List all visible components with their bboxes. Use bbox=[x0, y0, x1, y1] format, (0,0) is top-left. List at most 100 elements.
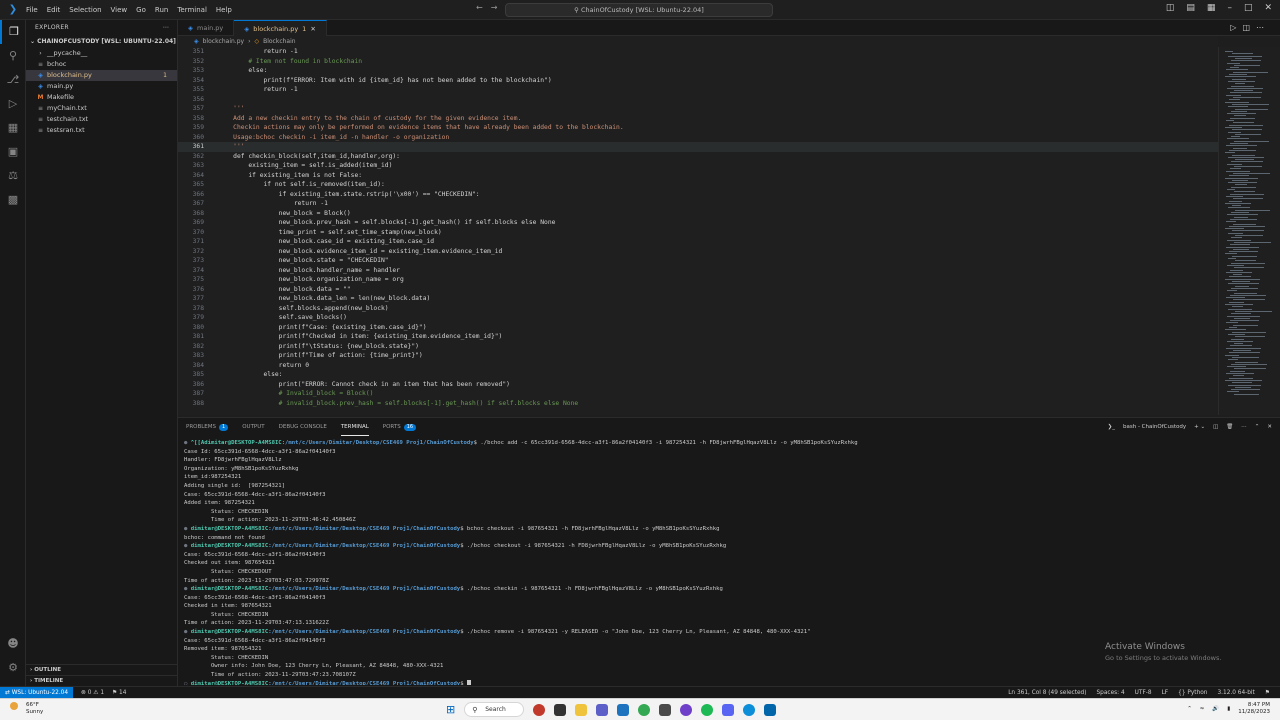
file-item-bchoc[interactable]: ≡ bchoc bbox=[26, 59, 177, 70]
code-line[interactable]: 359 Checkin actions may only be performe… bbox=[178, 123, 1218, 133]
code-line[interactable]: 368 new_block = Block() bbox=[178, 209, 1218, 219]
testing-icon[interactable]: ⚖ bbox=[0, 164, 26, 188]
file-explorer-icon[interactable] bbox=[575, 703, 588, 716]
code-line[interactable]: 371 new_block.case_id = existing_item.ca… bbox=[178, 237, 1218, 247]
copilot-icon[interactable] bbox=[533, 703, 546, 716]
code-line[interactable]: 386 print("ERROR: Cannot check in an ite… bbox=[178, 380, 1218, 390]
code-line[interactable]: 378 self.blocks.append(new_block) bbox=[178, 304, 1218, 314]
teams-chat-icon[interactable] bbox=[596, 703, 609, 716]
file-item-makefile[interactable]: M Makefile bbox=[26, 92, 177, 103]
menu-run[interactable]: Run bbox=[155, 6, 168, 14]
breadcrumb-file[interactable]: blockchain.py bbox=[203, 36, 244, 47]
notifications-bell-icon[interactable]: ⚑ bbox=[1265, 690, 1270, 696]
code-line[interactable]: 388 # invalid_block.prev_hash = self.blo… bbox=[178, 399, 1218, 409]
remote-indicator[interactable]: ⇄ WSL: Ubuntu-22.04 bbox=[0, 686, 74, 699]
extensions-icon[interactable]: ▦ bbox=[0, 116, 26, 140]
code-line[interactable]: 366 if existing_item.state.rstrip('\x00'… bbox=[178, 190, 1218, 200]
code-line[interactable]: 373 new_block.state = "CHECKEDIN" bbox=[178, 256, 1218, 266]
menu-view[interactable]: View bbox=[111, 6, 128, 14]
code-line[interactable]: 379 self.save_blocks() bbox=[178, 313, 1218, 323]
chevron-up-icon[interactable]: ⌃ bbox=[1187, 706, 1192, 712]
menu-selection[interactable]: Selection bbox=[69, 6, 101, 14]
tab-terminal[interactable]: TERMINAL bbox=[340, 418, 369, 436]
windows-start-icon[interactable]: ⊞ bbox=[446, 703, 455, 716]
wifi-icon[interactable]: ≈ bbox=[1200, 706, 1205, 712]
line-ending[interactable]: LF bbox=[1162, 690, 1169, 696]
toggle-panel-icon[interactable]: ▤ bbox=[1186, 3, 1195, 13]
discord-icon[interactable] bbox=[722, 703, 735, 716]
vscode-icon[interactable] bbox=[764, 703, 777, 716]
layout-icon[interactable]: ▦ bbox=[1207, 3, 1216, 13]
battery-icon[interactable]: ▮ bbox=[1227, 706, 1230, 712]
code-line[interactable]: 372 new_block.evidence_item_id = existin… bbox=[178, 247, 1218, 257]
code-line[interactable]: 385 else: bbox=[178, 370, 1218, 380]
file-item-main-py[interactable]: ◈ main.py bbox=[26, 81, 177, 92]
workspace-folder[interactable]: ⌄ CHAINOFCUSTODY [WSL: UBUNTU-22.04] bbox=[26, 36, 177, 48]
tab-blockchain-py[interactable]: ◈ blockchain.py 1 ✕ bbox=[234, 20, 327, 37]
split-editor-icon[interactable]: ◫ bbox=[1242, 23, 1256, 32]
code-line[interactable]: 376 new_block.data = "" bbox=[178, 285, 1218, 295]
run-debug-icon[interactable]: ▷ bbox=[0, 92, 26, 116]
cursor-position[interactable]: Ln 361, Col 8 (49 selected) bbox=[1008, 690, 1086, 696]
code-line[interactable]: 381 print(f"Checked in item: {existing_i… bbox=[178, 332, 1218, 342]
task-view-icon[interactable] bbox=[554, 703, 567, 716]
file-item-testsran-txt[interactable]: ≡ testsran.txt bbox=[26, 125, 177, 136]
code-line[interactable]: 364 if existing_item is not False: bbox=[178, 171, 1218, 181]
account-icon[interactable]: ☻ bbox=[0, 632, 26, 656]
back-arrow-icon[interactable]: ← bbox=[476, 3, 491, 12]
code-line[interactable]: 352 # Item not found in blockchain bbox=[178, 57, 1218, 67]
menu-file[interactable]: File bbox=[26, 6, 38, 14]
file-item-testchain-txt[interactable]: ≡ testchain.txt bbox=[26, 114, 177, 125]
close-tab-icon[interactable]: ✕ bbox=[310, 21, 315, 37]
outline-section[interactable]: › OUTLINE bbox=[26, 664, 178, 675]
spotify-icon[interactable] bbox=[701, 703, 714, 716]
remote-explorer-icon[interactable]: ▣ bbox=[0, 140, 26, 164]
menu-help[interactable]: Help bbox=[216, 6, 232, 14]
file-item-pycache[interactable]: › __pycache__ bbox=[26, 48, 177, 59]
more-actions-icon[interactable]: ⋯ bbox=[1256, 23, 1270, 32]
code-line[interactable]: 358 Add a new checkin entry to the chain… bbox=[178, 114, 1218, 124]
search-view-icon[interactable]: ⚲ bbox=[0, 44, 26, 68]
code-line[interactable]: 360 Usage:bchoc checkin -i item_id -n ha… bbox=[178, 133, 1218, 143]
problems-status[interactable]: ⊗ 0 ⚠ 1 bbox=[81, 690, 104, 696]
forward-arrow-icon[interactable]: → bbox=[491, 3, 506, 12]
code-line[interactable]: 369 new_block.prev_hash = self.blocks[-1… bbox=[178, 218, 1218, 228]
code-line[interactable]: 382 print(f"\tStatus: {new_block.state}"… bbox=[178, 342, 1218, 352]
code-line[interactable]: 384 return 0 bbox=[178, 361, 1218, 371]
more-actions-icon[interactable]: ⋯ bbox=[1241, 418, 1247, 436]
code-line[interactable]: 375 new_block.organization_name = org bbox=[178, 275, 1218, 285]
menu-go[interactable]: Go bbox=[136, 6, 146, 14]
mail-icon[interactable] bbox=[617, 703, 630, 716]
tab-debug-console[interactable]: DEBUG CONSOLE bbox=[279, 418, 327, 436]
toggle-sidebar-icon[interactable]: ◫ bbox=[1166, 3, 1175, 13]
code-line[interactable]: 357 ''' bbox=[178, 104, 1218, 114]
code-line[interactable]: 354 print(f"ERROR: Item with id {item_id… bbox=[178, 76, 1218, 86]
timeline-section[interactable]: › TIMELINE bbox=[26, 675, 178, 686]
volume-icon[interactable]: 🔊 bbox=[1212, 706, 1219, 712]
code-line[interactable]: 363 existing_item = self.is_added(item_i… bbox=[178, 161, 1218, 171]
settings-gear-icon[interactable]: ⚙ bbox=[0, 656, 26, 680]
python-interpreter[interactable]: 3.12.0 64-bit bbox=[1217, 690, 1254, 696]
minimize-icon[interactable]: – bbox=[1227, 3, 1232, 13]
maximize-panel-icon[interactable]: ⌃ bbox=[1255, 418, 1260, 436]
code-line[interactable]: 356 bbox=[178, 95, 1218, 105]
clock[interactable]: 8:47 PM 11/28/2023 bbox=[1238, 702, 1270, 716]
docker-icon[interactable]: ▩ bbox=[0, 188, 26, 212]
command-center-search[interactable]: ⚲ ChainOfCustody [WSL: Ubuntu-22.04] bbox=[505, 3, 773, 17]
close-panel-icon[interactable]: ✕ bbox=[1267, 418, 1272, 436]
code-line[interactable]: 365 if not self.is_removed(item_id): bbox=[178, 180, 1218, 190]
more-actions-icon[interactable]: ⋯ bbox=[163, 20, 169, 36]
close-window-icon[interactable]: ✕ bbox=[1264, 3, 1272, 13]
source-control-icon[interactable]: ⎇ bbox=[0, 68, 26, 92]
tab-problems[interactable]: PROBLEMS 1 bbox=[186, 418, 229, 436]
taskbar-search[interactable]: ⚲ Search bbox=[464, 702, 525, 717]
store-icon[interactable] bbox=[659, 703, 672, 716]
run-file-icon[interactable]: ▷ bbox=[1230, 23, 1242, 32]
weather-widget[interactable]: 66°F Sunny bbox=[10, 702, 43, 716]
new-terminal-icon[interactable]: + ⌄ bbox=[1194, 418, 1205, 436]
code-line[interactable]: 361 ''' bbox=[178, 142, 1218, 152]
indentation[interactable]: Spaces: 4 bbox=[1097, 690, 1125, 696]
code-line[interactable]: 380 print(f"Case: {existing_item.case_id… bbox=[178, 323, 1218, 333]
chrome-icon[interactable] bbox=[638, 703, 651, 716]
code-line[interactable]: 374 new_block.handler_name = handler bbox=[178, 266, 1218, 276]
